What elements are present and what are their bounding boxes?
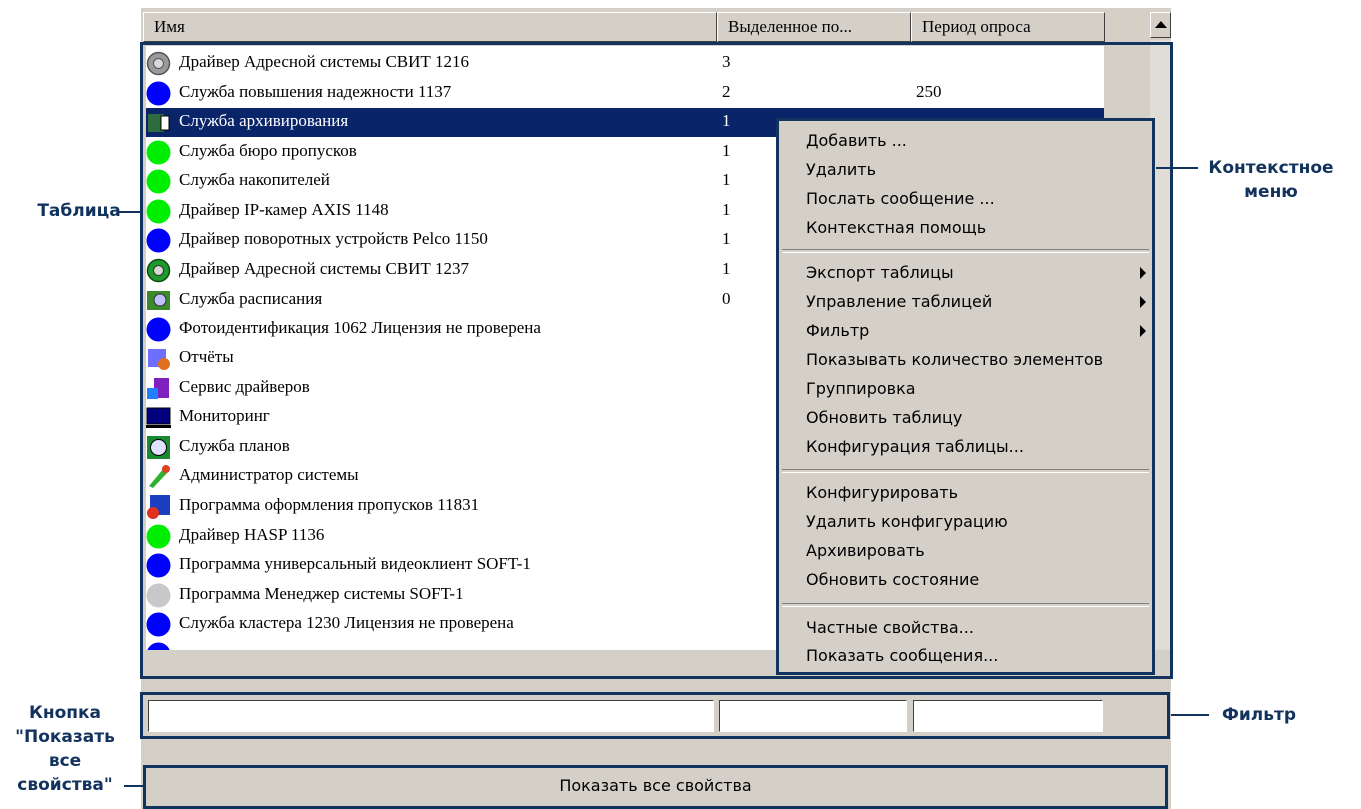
annotation-pointer (1156, 167, 1198, 169)
menu-item-delete[interactable]: Удалить (806, 160, 876, 179)
menu-item-context-help[interactable]: Контекстная помощь (806, 218, 986, 237)
menu-item-refresh-state[interactable]: Обновить состояние (806, 570, 979, 589)
annotation-pointer (1171, 714, 1209, 716)
menu-separator (782, 469, 1149, 473)
column-header-allocated[interactable]: Выделенное по... (717, 12, 911, 42)
menu-item-private-props[interactable]: Частные свойства... (806, 618, 974, 637)
menu-item-show-messages[interactable]: Показать сообщения... (806, 646, 998, 665)
context-menu: Добавить ... Удалить Послать сообщение .… (776, 118, 1155, 675)
menu-item-add[interactable]: Добавить ... (806, 131, 907, 150)
menu-item-show-count[interactable]: Показывать количество элементов (806, 350, 1103, 369)
show-all-properties-button[interactable]: Показать все свойства (143, 765, 1168, 809)
annotation-button-line1: Кнопка (28, 703, 102, 723)
scroll-up-button[interactable] (1150, 12, 1171, 38)
menu-item-table-config[interactable]: Конфигурация таблицы... (806, 437, 1024, 456)
annotation-table: Таблица (37, 201, 121, 221)
menu-item-filter[interactable]: Фильтр (806, 321, 869, 340)
column-header-poll-period[interactable]: Период опроса (911, 12, 1105, 42)
menu-item-grouping[interactable]: Группировка (806, 379, 916, 398)
annotation-context-menu-line2: меню (1244, 182, 1298, 202)
annotation-button-line4: свойства" (17, 775, 113, 795)
submenu-arrow-icon (1140, 296, 1146, 308)
column-header-name[interactable]: Имя (143, 12, 717, 42)
annotation-filter: Фильтр (1222, 705, 1296, 725)
menu-item-send-message[interactable]: Послать сообщение ... (806, 189, 995, 208)
annotation-pointer (119, 211, 141, 213)
menu-item-archive[interactable]: Архивировать (806, 541, 925, 560)
filter-input-period[interactable] (913, 700, 1103, 732)
menu-separator (782, 603, 1149, 607)
filter-input-allocated[interactable] (719, 700, 907, 732)
menu-separator (782, 249, 1149, 253)
menu-item-configure[interactable]: Конфигурировать (806, 483, 958, 502)
submenu-arrow-icon (1140, 267, 1146, 279)
submenu-arrow-icon (1140, 325, 1146, 337)
menu-item-delete-config[interactable]: Удалить конфигурацию (806, 512, 1008, 531)
annotation-context-menu-line1: Контекстное (1208, 158, 1334, 178)
menu-item-manage-table[interactable]: Управление таблицей (806, 292, 992, 311)
table-header: Имя Выделенное по... Период опроса (143, 12, 1105, 42)
annotation-pointer (124, 785, 143, 787)
filter-input-name[interactable] (148, 700, 714, 732)
annotation-button-line2: "Показать (15, 727, 115, 747)
annotation-button-line3: все (48, 751, 82, 771)
menu-item-refresh-table[interactable]: Обновить таблицу (806, 408, 962, 427)
menu-item-export-table[interactable]: Экспорт таблицы (806, 263, 954, 282)
